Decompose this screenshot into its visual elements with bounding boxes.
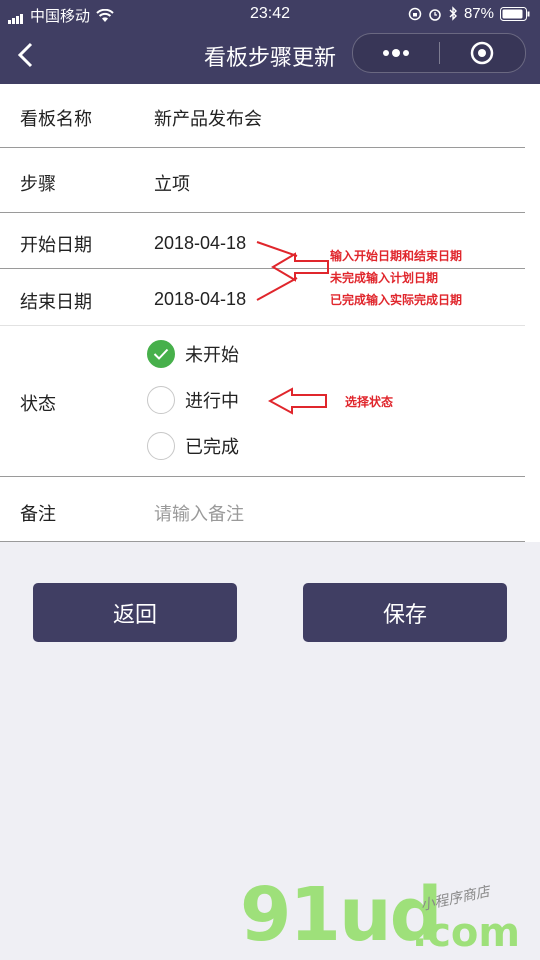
status-annotation-arrow xyxy=(268,387,327,415)
status-option-label: 已完成 xyxy=(185,437,239,457)
end-date-picker[interactable]: 2018-04-18 xyxy=(154,289,246,310)
date-annotation-arrow xyxy=(256,241,329,301)
bluetooth-icon xyxy=(449,6,457,21)
step-row: 步骤 立项 xyxy=(0,148,540,212)
more-button[interactable] xyxy=(353,34,439,72)
start-date-picker[interactable]: 2018-04-18 xyxy=(154,233,246,254)
board-name-row: 看板名称 新产品发布会 xyxy=(0,84,540,148)
status-option-label: 进行中 xyxy=(185,391,239,411)
battery-percent: 87% xyxy=(463,5,494,22)
target-circle-icon xyxy=(471,41,494,65)
status-right: 87% xyxy=(408,5,530,22)
step-label: 步骤 xyxy=(20,174,56,194)
radio-checked[interactable] xyxy=(147,340,175,368)
battery-icon xyxy=(500,6,530,21)
nav-bar: 看板步骤更新 xyxy=(0,28,540,84)
remark-input[interactable]: 请输入备注 xyxy=(154,500,244,526)
watermark-brand: 91ud xyxy=(240,872,443,958)
step-value: 立项 xyxy=(154,174,190,194)
annotation-text: 已完成输入实际完成日期 xyxy=(330,293,463,307)
remark-label: 备注 xyxy=(20,504,56,524)
annotation-text: 选择状态 xyxy=(345,395,394,409)
radio-unchecked[interactable] xyxy=(147,386,175,414)
orientation-lock-icon xyxy=(408,7,422,20)
annotation-text: 输入开始日期和结束日期 xyxy=(330,249,463,263)
step-form: 看板名称 新产品发布会 步骤 立项 开始日期 2018-04-18 结束日期 2… xyxy=(0,84,540,542)
radio-unchecked[interactable] xyxy=(147,432,175,460)
status-option-not-started[interactable]: 未开始 xyxy=(147,340,239,368)
status-bar: 中国移动 23:42 87% xyxy=(0,0,540,28)
board-name-label: 看板名称 xyxy=(20,109,92,129)
board-name-value: 新产品发布会 xyxy=(154,109,262,129)
start-date-label: 开始日期 xyxy=(20,235,92,255)
divider xyxy=(0,541,525,542)
status-option-in-progress[interactable]: 进行中 xyxy=(147,386,239,414)
back-button[interactable]: 返回 xyxy=(33,583,237,642)
status-label: 状态 xyxy=(20,394,56,414)
check-icon xyxy=(153,348,169,360)
more-dots-icon xyxy=(382,49,409,57)
end-date-label: 结束日期 xyxy=(20,292,92,312)
status-option-label: 未开始 xyxy=(185,345,239,365)
watermark-logo: 91ud .com 小程序商店 xyxy=(240,872,530,960)
status-option-completed[interactable]: 已完成 xyxy=(147,432,239,460)
capsule-menu xyxy=(352,33,526,73)
close-button[interactable] xyxy=(440,34,526,72)
save-button[interactable]: 保存 xyxy=(303,583,507,642)
annotation-text: 未完成输入计划日期 xyxy=(330,271,439,285)
remark-row: 备注 请输入备注 xyxy=(0,477,540,541)
alarm-icon xyxy=(429,8,441,21)
watermark-domain: .com xyxy=(412,910,521,956)
